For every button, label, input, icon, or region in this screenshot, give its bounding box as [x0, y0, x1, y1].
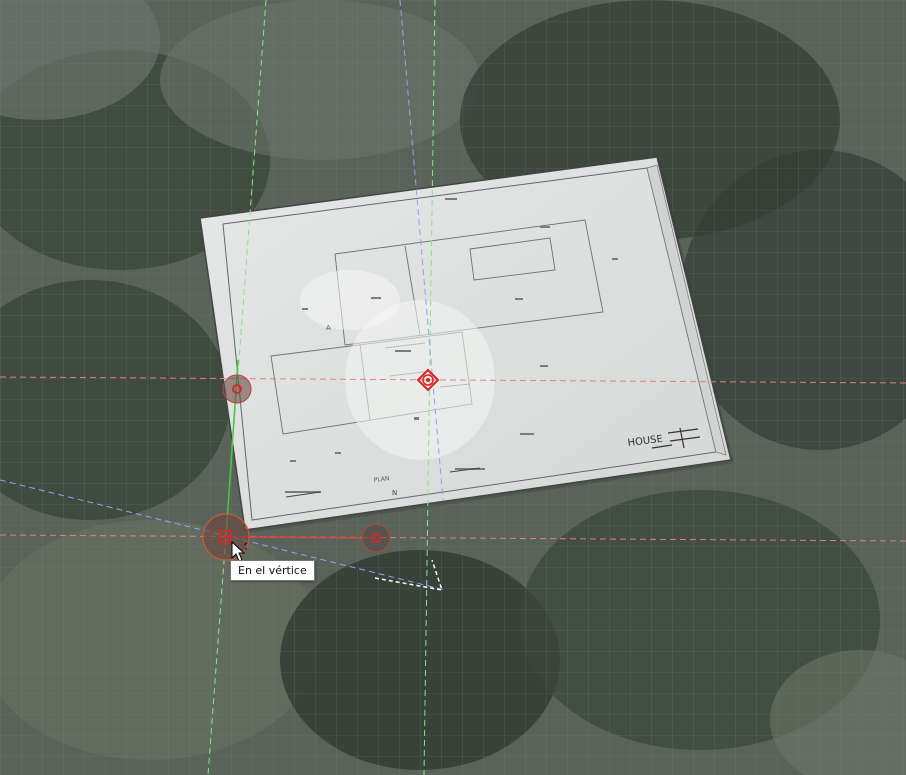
scale-handle-top[interactable]	[222, 374, 252, 404]
3d-viewport[interactable]: A PLAN N HOUSE En el vértice	[0, 0, 906, 775]
scale-handle-right[interactable]	[361, 523, 391, 553]
section-marker: A	[326, 324, 331, 332]
snap-tooltip: En el vértice	[230, 560, 315, 581]
viewport-scene[interactable]: A PLAN N HOUSE	[0, 0, 906, 775]
north-label: N	[392, 489, 397, 497]
